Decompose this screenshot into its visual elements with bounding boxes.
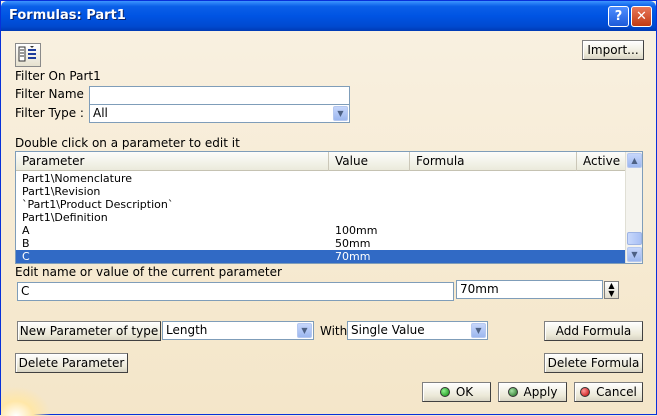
filter-type-value: All — [93, 106, 108, 120]
cancel-icon — [580, 387, 591, 397]
with-label: With — [320, 324, 348, 338]
filter-name-input[interactable] — [89, 86, 350, 105]
ok-icon — [439, 387, 450, 397]
parameter-name: Part1\Nomenclature — [22, 172, 133, 185]
parameter-value: 50mm — [335, 237, 371, 250]
formulas-dialog: Formulas: Part1 ? ✕ Import... Filter On … — [0, 0, 657, 416]
edit-value-input[interactable]: 70mm — [456, 280, 603, 299]
list-item-selected[interactable]: C 70mm — [16, 250, 625, 263]
scroll-up-icon[interactable]: ▲ — [627, 153, 642, 168]
ok-button[interactable]: OK — [422, 382, 491, 402]
apply-icon — [507, 387, 518, 397]
value-type-value: Single Value — [351, 323, 425, 337]
parameter-name: A — [22, 224, 30, 237]
background-decoration — [1, 386, 51, 416]
parameter-value: 70mm — [335, 250, 371, 263]
parameter-type-value: Length — [166, 323, 208, 337]
value-type-select[interactable]: Single Value ▼ — [347, 321, 488, 340]
chevron-down-icon[interactable]: ▼ — [471, 323, 486, 338]
column-header-formula[interactable]: Formula — [410, 152, 577, 171]
edit-name-input[interactable]: C — [17, 282, 454, 301]
list-header: Parameter Value Formula Active — [16, 152, 625, 171]
new-parameter-button[interactable]: New Parameter of type — [17, 321, 161, 341]
parameter-name: B — [22, 237, 30, 250]
apply-label: Apply — [523, 385, 558, 399]
filter-heading: Filter On Part1 — [15, 69, 101, 83]
filter-name-label: Filter Name : — [15, 87, 92, 101]
filter-type-select[interactable]: All ▼ — [89, 104, 350, 123]
column-header-parameter[interactable]: Parameter — [16, 152, 329, 171]
ok-label: OK — [455, 385, 474, 399]
parameter-name: Part1\Definition — [22, 211, 108, 224]
scroll-down-icon[interactable]: ▼ — [627, 247, 642, 262]
list-instruction: Double click on a parameter to edit it — [15, 136, 240, 150]
delete-parameter-button[interactable]: Delete Parameter — [15, 353, 128, 373]
close-button[interactable]: ✕ — [631, 6, 652, 27]
list-item[interactable]: Part1\Revision — [16, 185, 625, 198]
apply-button[interactable]: Apply — [498, 382, 567, 402]
parameter-name: Part1\Revision — [22, 185, 101, 198]
list-item[interactable]: `Part1\Product Description` — [16, 198, 625, 211]
dialog-content: Import... Filter On Part1 Filter Name : … — [1, 31, 656, 416]
scroll-thumb[interactable] — [627, 232, 642, 245]
import-button[interactable]: Import... — [582, 40, 644, 60]
parameter-type-select[interactable]: Length ▼ — [162, 321, 314, 340]
delete-formula-button[interactable]: Delete Formula — [544, 353, 643, 373]
column-header-value[interactable]: Value — [329, 152, 410, 171]
chevron-down-icon[interactable]: ▼ — [333, 106, 348, 121]
value-stepper-icon[interactable]: ▲ ▼ — [604, 281, 619, 299]
list-item[interactable]: B 50mm — [16, 237, 625, 250]
parameter-list[interactable]: Parameter Value Formula Active Part1\Nom… — [15, 151, 643, 264]
list-item[interactable]: Part1\Nomenclature — [16, 172, 625, 185]
parameter-name: `Part1\Product Description` — [22, 198, 174, 211]
add-formula-button[interactable]: Add Formula — [544, 321, 643, 341]
chevron-down-icon[interactable]: ▼ — [297, 323, 312, 338]
cancel-button[interactable]: Cancel — [574, 382, 643, 402]
formula-edit-icon[interactable] — [15, 43, 41, 67]
help-button[interactable]: ? — [608, 6, 629, 27]
edit-label: Edit name or value of the current parame… — [15, 265, 282, 279]
cancel-label: Cancel — [596, 385, 637, 399]
filter-type-label: Filter Type : — [15, 106, 84, 120]
title-bar[interactable]: Formulas: Part1 ? ✕ — [1, 1, 656, 31]
window-title: Formulas: Part1 — [9, 8, 126, 23]
vertical-scrollbar[interactable]: ▲ ▼ — [625, 152, 642, 263]
list-item[interactable]: Part1\Definition — [16, 211, 625, 224]
column-header-active[interactable]: Active — [577, 152, 625, 171]
list-item[interactable]: A 100mm — [16, 224, 625, 237]
parameter-value: 100mm — [335, 224, 378, 237]
parameter-name: C — [22, 250, 30, 263]
